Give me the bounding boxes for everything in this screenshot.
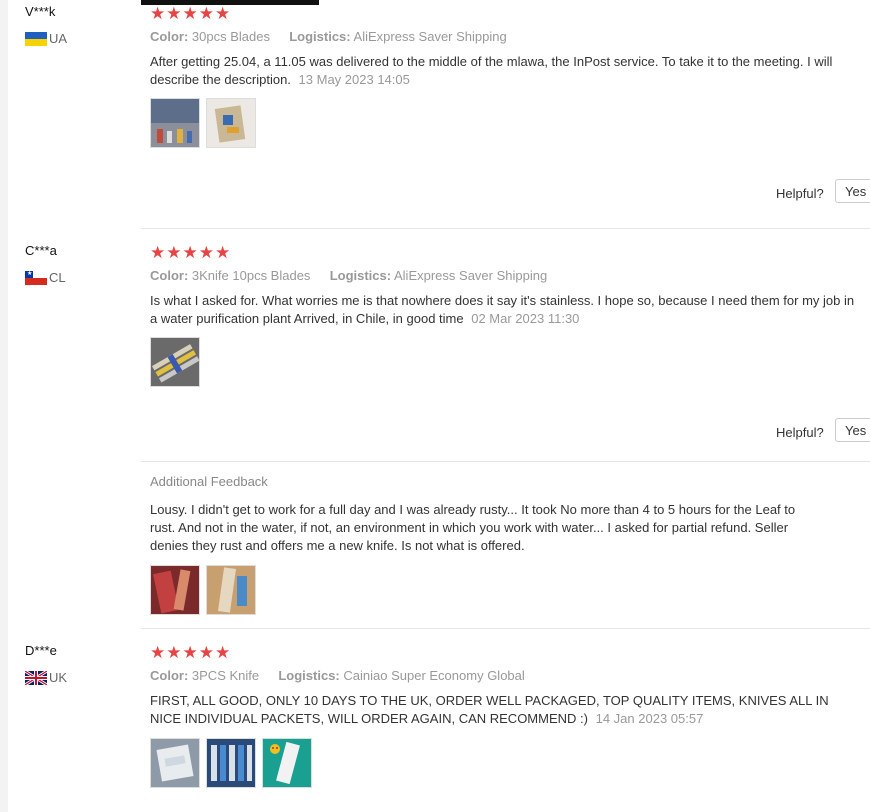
review-photo[interactable] (262, 738, 312, 788)
ukraine-flag-icon (25, 31, 47, 46)
review-date: 02 Mar 2023 11:30 (471, 311, 580, 326)
review-text: After getting 25.04, a 11.05 was deliver… (150, 53, 868, 89)
reviewer-name: D***e (25, 643, 57, 658)
review-photo[interactable] (150, 98, 200, 148)
star-rating: ★★★★★ (150, 643, 232, 662)
additional-feedback-photos (150, 565, 256, 615)
country-code: UA (49, 31, 68, 46)
review-date: 13 May 2023 14:05 (298, 72, 410, 87)
review-body: After getting 25.04, a 11.05 was deliver… (150, 54, 833, 87)
star-rating: ★★★★★ (150, 243, 232, 262)
reviewer-country: UA (25, 31, 67, 46)
review-divider (141, 228, 870, 229)
logistics-value: AliExpress Saver Shipping (353, 29, 507, 44)
order-meta: Color: 30pcs Blades Logistics: AliExpres… (150, 29, 507, 44)
uk-flag-icon (25, 670, 47, 685)
order-meta: Color: 3PCS Knife Logistics: Cainiao Sup… (150, 668, 525, 683)
review-body: FIRST, ALL GOOD, ONLY 10 DAYS TO THE UK,… (150, 693, 829, 726)
helpful-label: Helpful? (776, 186, 824, 201)
logistics-value: AliExpress Saver Shipping (394, 268, 548, 283)
review-photo[interactable] (150, 337, 200, 387)
color-value: 3PCS Knife (191, 668, 260, 683)
order-meta: Color: 3Knife 10pcs Blades Logistics: Al… (150, 268, 547, 283)
country-code: CL (49, 270, 66, 285)
review-text: Is what I asked for. What worries me is … (150, 292, 862, 328)
logistics-value: Cainiao Super Economy Global (343, 668, 525, 683)
additional-feedback-text: Lousy. I didn't get to work for a full d… (150, 502, 796, 553)
color-label: Color: (150, 268, 189, 283)
review-photos (150, 337, 200, 387)
additional-feedback-divider (141, 461, 870, 462)
review-photos (150, 738, 312, 788)
additional-feedback-title: Additional Feedback (150, 474, 268, 489)
review-photo[interactable] (206, 738, 256, 788)
review-photo[interactable] (150, 565, 200, 615)
logistics-label: Logistics: (329, 268, 392, 283)
reviewer-name: V***k (25, 4, 56, 19)
country-code: UK (49, 670, 68, 685)
color-label: Color: (150, 29, 189, 44)
color-value: 3Knife 10pcs Blades (191, 268, 311, 283)
review-photo[interactable] (206, 98, 256, 148)
reviewer-country: ★ CL (25, 270, 66, 285)
color-value: 30pcs Blades (191, 29, 270, 44)
logistics-label: Logistics: (289, 29, 351, 44)
reviewer-name: C***a (25, 243, 57, 258)
star-rating: ★★★★★ (150, 4, 232, 23)
review-divider (141, 628, 870, 629)
logistics-label: Logistics: (278, 668, 340, 683)
review-photo[interactable] (206, 565, 256, 615)
helpful-yes-button[interactable]: Yes (835, 418, 870, 442)
helpful-label: Helpful? (776, 425, 824, 440)
review-photos (150, 98, 256, 148)
review-photo[interactable] (150, 738, 200, 788)
review-date: 14 Jan 2023 05:57 (595, 711, 704, 726)
reviewer-country: UK (25, 670, 67, 685)
review-text: FIRST, ALL GOOD, ONLY 10 DAYS TO THE UK,… (150, 692, 830, 728)
chile-flag-icon: ★ (25, 270, 47, 285)
helpful-yes-button[interactable]: Yes (835, 179, 870, 203)
color-label: Color: (150, 668, 189, 683)
left-gutter (0, 0, 8, 812)
